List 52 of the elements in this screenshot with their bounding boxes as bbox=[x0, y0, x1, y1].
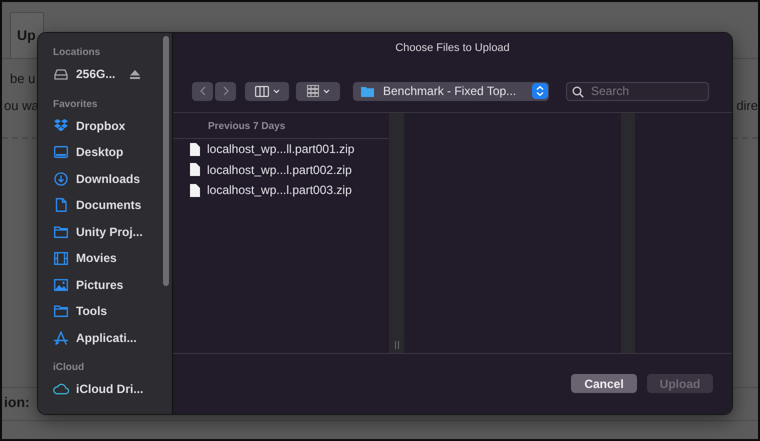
sidebar-item[interactable]: 256G... bbox=[76, 67, 116, 82]
dialog-title: Choose Files to Upload bbox=[394, 41, 511, 56]
view-button[interactable] bbox=[245, 82, 289, 100]
sidebar-item[interactable]: Applicati... bbox=[76, 330, 137, 345]
cloud-icon bbox=[53, 384, 69, 395]
location-dropdown[interactable]: Benchmark - Fixed Top... bbox=[353, 82, 549, 100]
section-heading: Favorites bbox=[53, 98, 98, 112]
app-store-icon bbox=[54, 331, 68, 344]
scrollbar[interactable] bbox=[163, 36, 169, 286]
resize-grip-icon[interactable] bbox=[394, 341, 398, 349]
file-name[interactable]: localhost_wp...ll.part001.zip bbox=[207, 142, 354, 156]
file-name[interactable]: localhost_wp...l.part002.zip bbox=[207, 162, 352, 177]
film-icon bbox=[54, 252, 68, 265]
folder-icon bbox=[54, 306, 68, 318]
section-heading: Locations bbox=[53, 47, 102, 60]
download-icon bbox=[54, 172, 68, 186]
page-text: be u bbox=[10, 71, 36, 86]
sidebar-item[interactable]: Desktop bbox=[76, 145, 124, 160]
page-text: ion: bbox=[4, 394, 31, 410]
chevron-down-icon bbox=[323, 89, 329, 93]
drive-icon bbox=[54, 70, 68, 80]
sidebar-item[interactable]: Downloads bbox=[76, 172, 140, 186]
search-icon bbox=[572, 86, 584, 98]
grid-icon bbox=[306, 85, 318, 97]
sidebar-item[interactable]: Documents bbox=[76, 198, 142, 212]
file-name[interactable]: localhost_wp...l.part003.zip bbox=[207, 183, 352, 198]
page-text: dire bbox=[736, 98, 758, 113]
dropbox-icon bbox=[54, 119, 68, 132]
sidebar-item[interactable]: Pictures bbox=[76, 278, 124, 292]
group-button[interactable] bbox=[296, 82, 340, 100]
file-icon bbox=[190, 142, 200, 156]
monitor-icon bbox=[54, 146, 68, 158]
dialog-button[interactable]: Cancel bbox=[571, 374, 637, 393]
chevron-left-icon bbox=[200, 86, 205, 96]
file-icon bbox=[190, 184, 200, 197]
folder-icon bbox=[361, 86, 374, 96]
stepper-icon bbox=[532, 83, 548, 99]
sidebar-item[interactable]: Tools bbox=[76, 304, 108, 318]
sidebar-item[interactable]: Dropbox bbox=[76, 118, 126, 133]
eject-icon[interactable] bbox=[130, 70, 140, 79]
image-icon bbox=[54, 278, 68, 291]
folder-icon bbox=[54, 226, 68, 238]
search-field[interactable]: Search bbox=[566, 82, 709, 100]
file-icon bbox=[190, 163, 200, 176]
sidebar-item[interactable]: iCloud Dri... bbox=[76, 382, 144, 396]
columns-icon bbox=[254, 86, 268, 96]
sidebar-item[interactable]: Movies bbox=[76, 251, 117, 266]
chevron-down-icon bbox=[273, 89, 279, 93]
document-icon bbox=[56, 198, 67, 212]
chevron-right-icon bbox=[223, 86, 228, 96]
section-heading: iCloud bbox=[53, 362, 86, 375]
sidebar-item[interactable]: Unity Proj... bbox=[76, 224, 143, 239]
